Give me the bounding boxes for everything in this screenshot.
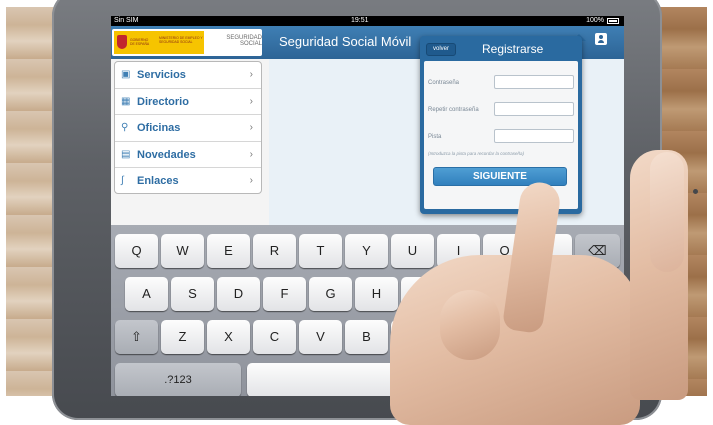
repeat-password-label: Repetir contraseña (428, 107, 479, 113)
key-x[interactable]: X (207, 320, 250, 354)
coat-of-arms-icon (117, 35, 127, 49)
news-icon: ▤ (121, 148, 131, 160)
menu-item-novedades[interactable]: ▤ Novedades › (115, 142, 261, 169)
carrier-label: Sin SIM (114, 17, 139, 24)
menu-item-label: Oficinas (137, 122, 181, 135)
right-hand-knuckle (440, 290, 500, 360)
key-u[interactable]: U (391, 234, 434, 268)
menu-item-directorio[interactable]: ▦ Directorio › (115, 89, 261, 116)
key-e[interactable]: E (207, 234, 250, 268)
battery-icon (607, 18, 619, 24)
logo: GOBIERNO DE ESPAÑA MINISTERIO DE EMPLEO … (112, 29, 262, 56)
key-g[interactable]: G (309, 277, 352, 311)
key-b[interactable]: B (345, 320, 388, 354)
key-c[interactable]: C (253, 320, 296, 354)
key-d[interactable]: D (217, 277, 260, 311)
key-f[interactable]: F (263, 277, 306, 311)
chevron-right-icon: › (249, 69, 253, 80)
key-y[interactable]: Y (345, 234, 388, 268)
government-logo: GOBIERNO DE ESPAÑA MINISTERIO DE EMPLEO … (114, 31, 204, 54)
clock: 19:51 (351, 17, 369, 24)
shift-icon: ⇧ (131, 329, 142, 344)
menu-item-label: Directorio (137, 95, 189, 108)
app-title: Seguridad Social Móvil (279, 34, 412, 49)
menu-item-enlaces[interactable]: ∫ Enlaces › (115, 168, 261, 193)
sidebar: ▣ Servicios › ▦ Directorio › ⚲ Oficinas … (111, 59, 269, 225)
paperclip-icon: ∫ (121, 175, 124, 187)
chevron-right-icon: › (249, 148, 253, 160)
repeat-password-field[interactable] (494, 102, 574, 116)
key-s[interactable]: S (171, 277, 214, 311)
password-field[interactable] (494, 75, 574, 89)
shift-key[interactable]: ⇧ (115, 320, 158, 354)
chevron-right-icon: › (249, 95, 253, 107)
hint-help-text: (Introduzca la pista para recordar la co… (428, 151, 525, 156)
menu-item-oficinas[interactable]: ⚲ Oficinas › (115, 115, 261, 142)
camera-dot (693, 189, 698, 194)
logo-gov-text: GOBIERNO DE ESPAÑA (130, 38, 150, 46)
location-pin-icon: ⚲ (121, 122, 129, 134)
directory-icon: ▦ (121, 95, 131, 107)
services-icon: ▣ (121, 69, 131, 80)
key-z[interactable]: Z (161, 320, 204, 354)
key-h[interactable]: H (355, 277, 398, 311)
register-form: Contraseña Repetir contraseña Pista (Int… (424, 61, 578, 209)
chevron-right-icon: › (249, 122, 253, 134)
key-q[interactable]: Q (115, 234, 158, 268)
password-label: Contraseña (428, 80, 460, 86)
battery-percent: 100% (586, 17, 604, 24)
menu-item-servicios[interactable]: ▣ Servicios › (115, 62, 261, 89)
chevron-right-icon: › (249, 175, 253, 187)
key-v[interactable]: V (299, 320, 342, 354)
user-icon[interactable] (595, 33, 607, 45)
key-t[interactable]: T (299, 234, 342, 268)
hint-field[interactable] (494, 129, 574, 143)
thumb (650, 152, 684, 272)
menu-item-label: Enlaces (137, 175, 179, 188)
key-r[interactable]: R (253, 234, 296, 268)
status-bar: Sin SIM 19:51 100% (111, 16, 624, 26)
logo-ss-text: SEGURIDAD SOCIAL (226, 35, 262, 47)
key-a[interactable]: A (125, 277, 168, 311)
menu-list: ▣ Servicios › ▦ Directorio › ⚲ Oficinas … (114, 61, 262, 194)
menu-item-label: Servicios (137, 69, 186, 81)
back-button[interactable]: volver (426, 43, 456, 56)
register-popover: volver Registrarse Contraseña Repetir co… (420, 36, 582, 214)
menu-item-label: Novedades (137, 148, 196, 161)
logo-ministry-text: MINISTERIO DE EMPLEO Y SEGURIDAD SOCIAL (159, 36, 203, 44)
key-w[interactable]: W (161, 234, 204, 268)
numbers-key[interactable]: .?123 (115, 363, 241, 396)
hint-label: Pista (428, 134, 442, 140)
popover-title: Registrarse (482, 42, 544, 56)
